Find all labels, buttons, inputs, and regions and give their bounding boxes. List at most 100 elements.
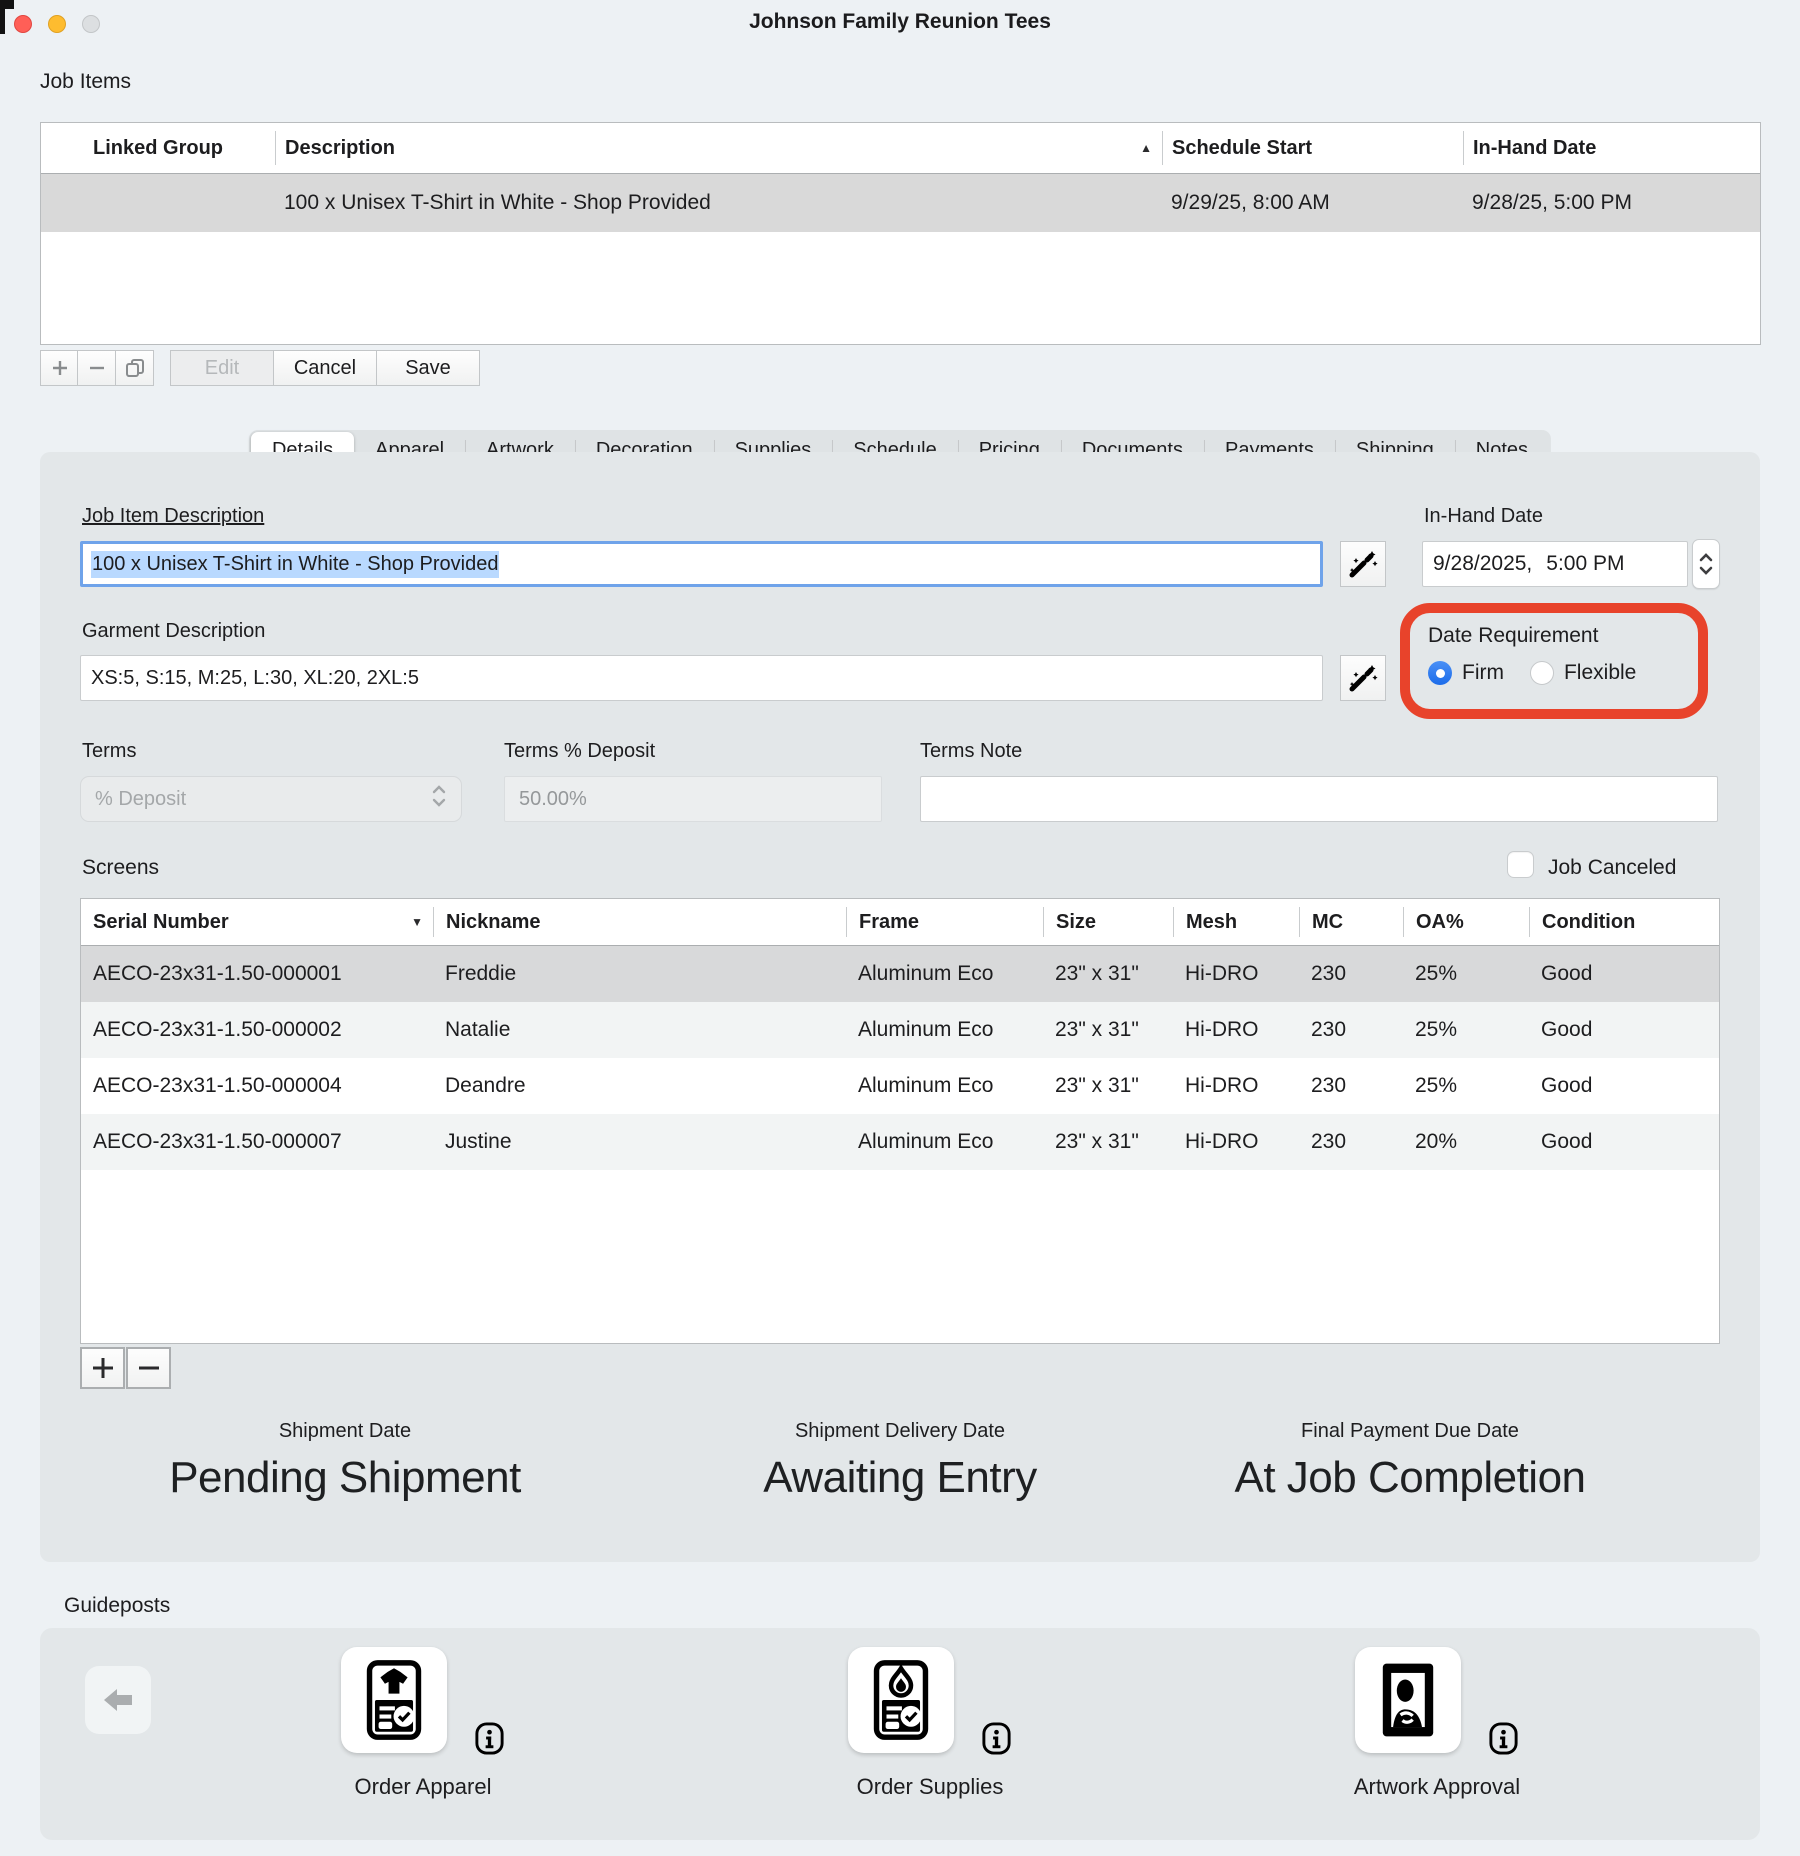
column-header-size[interactable]: Size (1043, 907, 1173, 937)
shipment-date-summary: Shipment Date Pending Shipment (169, 1420, 521, 1503)
minus-icon (87, 358, 107, 378)
job-item-schedule-start: 9/29/25, 8:00 AM (1162, 191, 1463, 215)
sort-descending-icon: ▼ (411, 915, 423, 929)
in-hand-date-label: In-Hand Date (1424, 505, 1543, 528)
order-supplies-button[interactable] (848, 1647, 954, 1753)
artwork-approval-info-button[interactable] (1488, 1722, 1519, 1755)
column-header-mc[interactable]: MC (1299, 907, 1403, 937)
screen-row[interactable]: AECO-23x31-1.50-000007 Justine Aluminum … (81, 1114, 1719, 1170)
flexible-radio-label: Flexible (1564, 661, 1636, 685)
selected-text: 100 x Unisex T-Shirt in White - Shop Pro… (91, 551, 499, 578)
app-window: Johnson Family Reunion Tees Job Items Li… (0, 0, 1800, 1856)
artwork-approval-icon (1380, 1660, 1436, 1740)
artwork-approval-label: Artwork Approval (1354, 1774, 1520, 1800)
info-icon (981, 1722, 1012, 1755)
garment-description-label: Garment Description (82, 620, 265, 643)
job-item-row[interactable]: 100 x Unisex T-Shirt in White - Shop Pro… (41, 174, 1760, 232)
firm-radio-label: Firm (1462, 661, 1504, 685)
info-icon (474, 1722, 505, 1755)
edit-button[interactable]: Edit (170, 350, 274, 386)
job-item-description: 100 x Unisex T-Shirt in White - Shop Pro… (275, 191, 1162, 215)
screens-table-header: Serial Number ▼ Nickname Frame Size Mesh… (81, 899, 1719, 946)
column-header-schedule-start[interactable]: Schedule Start (1162, 131, 1463, 165)
screen-row[interactable]: AECO-23x31-1.50-000001 Freddie Aluminum … (81, 946, 1719, 1002)
plus-icon (50, 358, 70, 378)
firm-radio[interactable] (1428, 661, 1452, 685)
column-header-linked-group[interactable]: Linked Group (41, 131, 275, 165)
garment-autofill-button[interactable] (1340, 655, 1386, 701)
magic-wand-icon (1348, 663, 1378, 693)
terms-deposit-input[interactable]: 50.00% (504, 776, 882, 822)
terms-select[interactable]: % Deposit (80, 776, 462, 822)
date-requirement-label: Date Requirement (1428, 624, 1598, 648)
add-screen-button[interactable] (80, 1347, 125, 1389)
column-header-mesh[interactable]: Mesh (1173, 907, 1299, 937)
minus-icon (136, 1355, 162, 1381)
garment-description-input[interactable]: XS:5, S:15, M:25, L:30, XL:20, 2XL:5 (80, 655, 1323, 701)
order-apparel-info-button[interactable] (474, 1722, 505, 1755)
screens-table: Serial Number ▼ Nickname Frame Size Mesh… (80, 898, 1720, 1344)
job-items-table: Linked Group Description ▲ Schedule Star… (40, 122, 1761, 345)
job-item-in-hand-date: 9/28/25, 5:00 PM (1463, 191, 1760, 215)
stepper-up-icon (1699, 553, 1713, 562)
order-apparel-button[interactable] (341, 1647, 447, 1753)
screen-corner-artifact (0, 0, 5, 34)
select-chevrons-icon (431, 783, 447, 815)
back-arrow-icon (101, 1685, 135, 1715)
screen-row[interactable]: AECO-23x31-1.50-000002 Natalie Aluminum … (81, 1002, 1719, 1058)
job-items-table-header: Linked Group Description ▲ Schedule Star… (41, 123, 1760, 174)
title-bar: Johnson Family Reunion Tees (0, 0, 1800, 46)
details-panel: Job Item Description 100 x Unisex T-Shir… (40, 452, 1760, 1562)
guidepost-back-button[interactable] (85, 1666, 151, 1734)
save-button[interactable]: Save (376, 350, 480, 386)
in-hand-date-stepper[interactable] (1692, 539, 1720, 589)
magic-wand-icon (1348, 549, 1378, 579)
terms-note-input[interactable] (920, 776, 1718, 822)
job-canceled-checkbox[interactable] (1507, 851, 1534, 878)
column-header-oa[interactable]: OA% (1403, 907, 1529, 937)
terms-label: Terms (82, 740, 136, 763)
order-apparel-label: Order Apparel (355, 1774, 492, 1800)
remove-screen-button[interactable] (126, 1347, 171, 1389)
info-icon (1488, 1722, 1519, 1755)
guideposts-section-label: Guideposts (64, 1594, 170, 1618)
column-header-serial-number[interactable]: Serial Number ▼ (81, 907, 433, 937)
artwork-approval-button[interactable] (1355, 1647, 1461, 1753)
duplicate-icon (124, 357, 146, 379)
column-header-nickname[interactable]: Nickname (433, 907, 846, 937)
shipment-date-value: Pending Shipment (169, 1453, 521, 1503)
final-payment-due-date-summary: Final Payment Due Date At Job Completion (1234, 1420, 1585, 1503)
screen-row[interactable]: AECO-23x31-1.50-000004 Deandre Aluminum … (81, 1058, 1719, 1114)
screens-section-label: Screens (82, 856, 159, 880)
flexible-radio[interactable] (1530, 661, 1554, 685)
column-header-in-hand-date[interactable]: In-Hand Date (1463, 131, 1760, 165)
terms-note-label: Terms Note (920, 740, 1022, 763)
description-autofill-button[interactable] (1340, 541, 1386, 587)
in-hand-date-input[interactable]: 9/28/2025, 5:00 PM (1422, 541, 1688, 587)
job-canceled-label: Job Canceled (1548, 856, 1676, 880)
sort-ascending-icon: ▲ (1140, 141, 1152, 155)
window-title: Johnson Family Reunion Tees (0, 10, 1800, 34)
job-item-description-label: Job Item Description (82, 505, 264, 528)
job-item-description-input[interactable]: 100 x Unisex T-Shirt in White - Shop Pro… (80, 541, 1323, 587)
column-header-frame[interactable]: Frame (846, 907, 1043, 937)
add-job-item-button[interactable] (40, 350, 79, 386)
order-apparel-icon (365, 1658, 423, 1742)
duplicate-job-item-button[interactable] (115, 350, 154, 386)
column-header-condition[interactable]: Condition (1529, 907, 1719, 937)
job-items-section-label: Job Items (40, 70, 131, 94)
plus-icon (90, 1355, 116, 1381)
terms-deposit-label: Terms % Deposit (504, 740, 655, 763)
order-supplies-label: Order Supplies (857, 1774, 1004, 1800)
cancel-button[interactable]: Cancel (273, 350, 377, 386)
final-payment-due-date-value: At Job Completion (1234, 1453, 1585, 1503)
guideposts-panel: Order Apparel Or (40, 1628, 1760, 1840)
shipment-delivery-date-value: Awaiting Entry (763, 1453, 1036, 1503)
stepper-down-icon (1699, 566, 1713, 575)
shipment-delivery-date-summary: Shipment Delivery Date Awaiting Entry (763, 1420, 1036, 1503)
job-items-action-buttons: Edit Cancel Save (170, 350, 480, 386)
column-header-description[interactable]: Description ▲ (275, 131, 1162, 165)
order-supplies-info-button[interactable] (981, 1722, 1012, 1755)
order-supplies-icon (872, 1658, 930, 1742)
remove-job-item-button[interactable] (77, 350, 116, 386)
